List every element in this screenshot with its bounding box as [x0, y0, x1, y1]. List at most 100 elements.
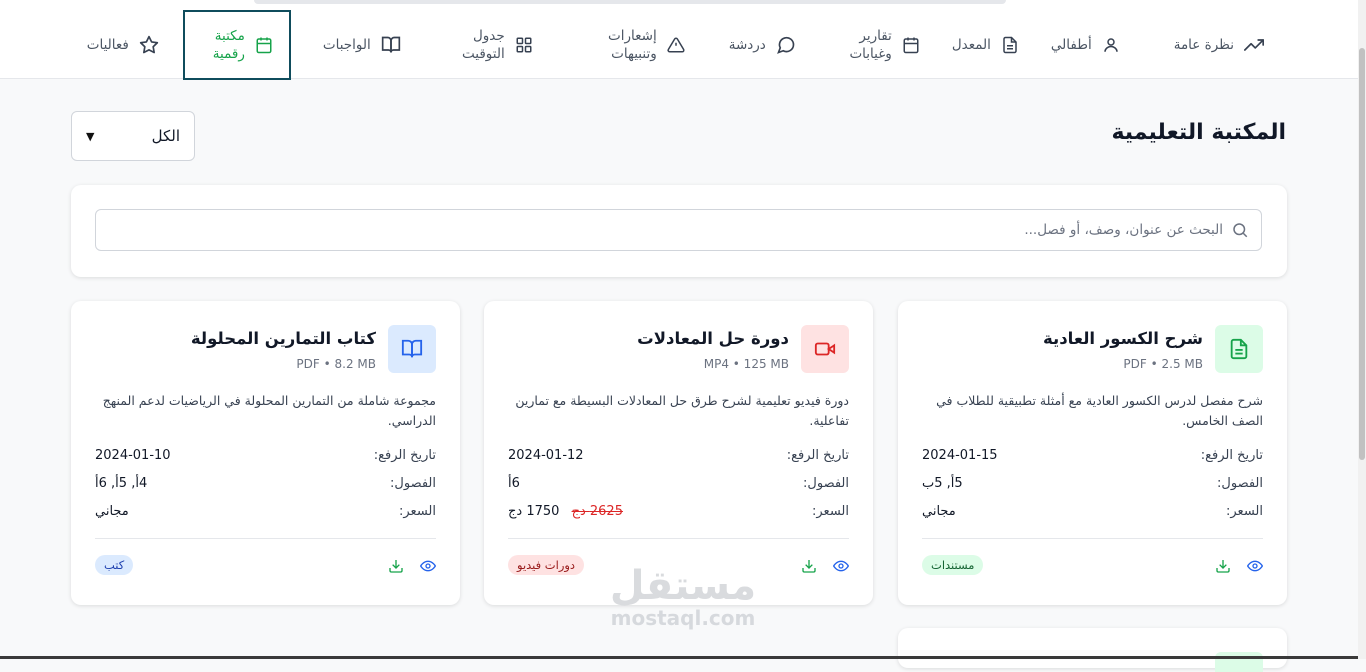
download-icon[interactable]: [1215, 558, 1231, 574]
card-title: كتاب التمارين المحلولة: [191, 329, 376, 348]
card-classes-row: الفصول: 5أ, 5ب: [922, 476, 1263, 491]
search-input[interactable]: البحث عن عنوان، وصف، أو فصل...: [95, 209, 1262, 251]
nav-item-children[interactable]: أطفالي: [1035, 10, 1136, 80]
nav-item-homework[interactable]: الواجبات: [307, 10, 425, 80]
nav-item-overview[interactable]: نظرة عامة: [1158, 10, 1280, 80]
nav-item-library[interactable]: مكتبة رقمية: [183, 10, 291, 80]
card-date-row: تاريخ الرفع: 2024-01-12: [508, 448, 849, 463]
label-price: السعر:: [1226, 504, 1263, 519]
card-classes-row: الفصول: 4أ, 5أ, 6أ: [95, 476, 436, 491]
nav-item-chat[interactable]: دردشة: [713, 10, 812, 80]
grid-icon: [515, 36, 533, 54]
card-price: 1750 دج: [508, 504, 559, 519]
filter-selected-value: الكل: [152, 127, 180, 145]
card-actions: [801, 558, 849, 574]
eye-icon[interactable]: [833, 558, 849, 574]
label-upload-date: تاريخ الرفع:: [787, 448, 849, 463]
card-icon-box: [1215, 325, 1263, 373]
category-badge: مستندات: [922, 555, 983, 575]
scrollbar-thumb[interactable]: [1359, 48, 1365, 460]
nav-label: فعاليات: [87, 36, 129, 54]
card-date: 2024-01-10: [95, 448, 171, 463]
alert-triangle-icon: [667, 36, 685, 54]
category-badge: دورات فيديو: [508, 555, 584, 575]
card-actions: [1215, 558, 1263, 574]
trending-up-icon: [1244, 35, 1264, 55]
page-title: المكتبة التعليمية: [1111, 120, 1286, 145]
chat-bubble-icon: [776, 35, 796, 55]
nav-label: إشعارات وتنبيهات: [577, 27, 657, 63]
card-price-old: 2625 دج: [572, 504, 623, 519]
card-classes: 4أ, 5أ, 6أ: [95, 476, 147, 491]
file-text-icon: [1001, 36, 1019, 54]
book-open-icon: [381, 35, 401, 55]
card-price-row: السعر: مجاني: [95, 504, 436, 519]
nav-label: جدول التوقيت: [441, 27, 505, 63]
card-price: مجاني: [922, 504, 956, 519]
label-price: السعر:: [812, 504, 849, 519]
main-nav: نظرة عامة أطفالي المعدل تقارير وغيابات د…: [71, 10, 1280, 80]
label-classes: الفصول:: [1217, 476, 1263, 491]
card-file-meta: MP4 • 125 MB: [704, 357, 789, 371]
card-description: شرح مفصل لدرس الكسور العادية مع أمثلة تط…: [922, 391, 1263, 431]
search-card: البحث عن عنوان، وصف، أو فصل...: [71, 185, 1287, 277]
card-price-row: السعر: مجاني: [922, 504, 1263, 519]
nav-label: نظرة عامة: [1174, 36, 1234, 54]
download-icon[interactable]: [388, 558, 404, 574]
search-placeholder: البحث عن عنوان، وصف، أو فصل...: [1024, 222, 1223, 238]
nav-label: أطفالي: [1051, 36, 1092, 54]
star-icon: [139, 35, 159, 55]
download-icon[interactable]: [801, 558, 817, 574]
search-icon: [1231, 221, 1249, 239]
nav-item-grades[interactable]: المعدل: [936, 10, 1035, 80]
card-description: دورة فيديو تعليمية لشرح طرق حل المعادلات…: [508, 391, 849, 431]
top-navigation-bar: نظرة عامة أطفالي المعدل تقارير وغيابات د…: [0, 0, 1358, 79]
card-actions: [388, 558, 436, 574]
label-price: السعر:: [399, 504, 436, 519]
card-title: دورة حل المعادلات: [637, 329, 789, 348]
calendar-icon: [902, 36, 920, 54]
card-date: 2024-01-15: [922, 448, 998, 463]
category-filter-select[interactable]: الكل ▼: [71, 111, 195, 161]
card-price-group: 2625 دج 1750 دج: [508, 504, 623, 519]
card-description: مجموعة شاملة من التمارين المحلولة في الر…: [95, 391, 436, 431]
library-card: دورة حل المعادلات MP4 • 125 MB دورة فيدي…: [484, 301, 873, 605]
nav-item-alerts[interactable]: إشعارات وتنبيهات: [561, 10, 713, 80]
page-scrollbar[interactable]: [1358, 0, 1366, 659]
nav-label: المعدل: [952, 36, 991, 54]
nav-item-schedule[interactable]: جدول التوقيت: [425, 10, 561, 80]
card-divider: [95, 538, 436, 539]
label-upload-date: تاريخ الرفع:: [374, 448, 436, 463]
book-icon: [401, 338, 423, 360]
calendar-icon: [255, 36, 273, 54]
card-classes: 6أ: [508, 476, 520, 491]
card-divider: [922, 538, 1263, 539]
eye-icon[interactable]: [420, 558, 436, 574]
nav-label: مكتبة رقمية: [201, 27, 245, 63]
user-icon: [1102, 36, 1120, 54]
nav-item-activities[interactable]: فعاليات: [71, 10, 183, 80]
card-icon-box: [1215, 652, 1263, 672]
card-date-row: تاريخ الرفع: 2024-01-15: [922, 448, 1263, 463]
video-icon: [814, 338, 836, 360]
nav-label: دردشة: [729, 36, 766, 54]
card-price: مجاني: [95, 504, 129, 519]
nav-item-reports[interactable]: تقارير وغيابات: [812, 10, 936, 80]
card-title: شرح الكسور العادية: [1043, 329, 1203, 348]
library-card: كتاب التمارين المحلولة PDF • 8.2 MB مجمو…: [71, 301, 460, 605]
nav-label: تقارير وغيابات: [828, 27, 892, 63]
nav-label: الواجبات: [323, 36, 371, 54]
card-file-meta: PDF • 2.5 MB: [1123, 357, 1203, 371]
top-strip: [254, 0, 1006, 4]
card-date: 2024-01-12: [508, 448, 584, 463]
library-card-partial: [898, 628, 1287, 668]
card-price-row: السعر: 2625 دج 1750 دج: [508, 504, 849, 519]
label-classes: الفصول:: [390, 476, 436, 491]
library-card: شرح الكسور العادية PDF • 2.5 MB شرح مفصل…: [898, 301, 1287, 605]
document-icon: [1228, 338, 1250, 360]
card-date-row: تاريخ الرفع: 2024-01-10: [95, 448, 436, 463]
card-divider: [508, 538, 849, 539]
eye-icon[interactable]: [1247, 558, 1263, 574]
label-upload-date: تاريخ الرفع:: [1201, 448, 1263, 463]
card-icon-box: [388, 325, 436, 373]
